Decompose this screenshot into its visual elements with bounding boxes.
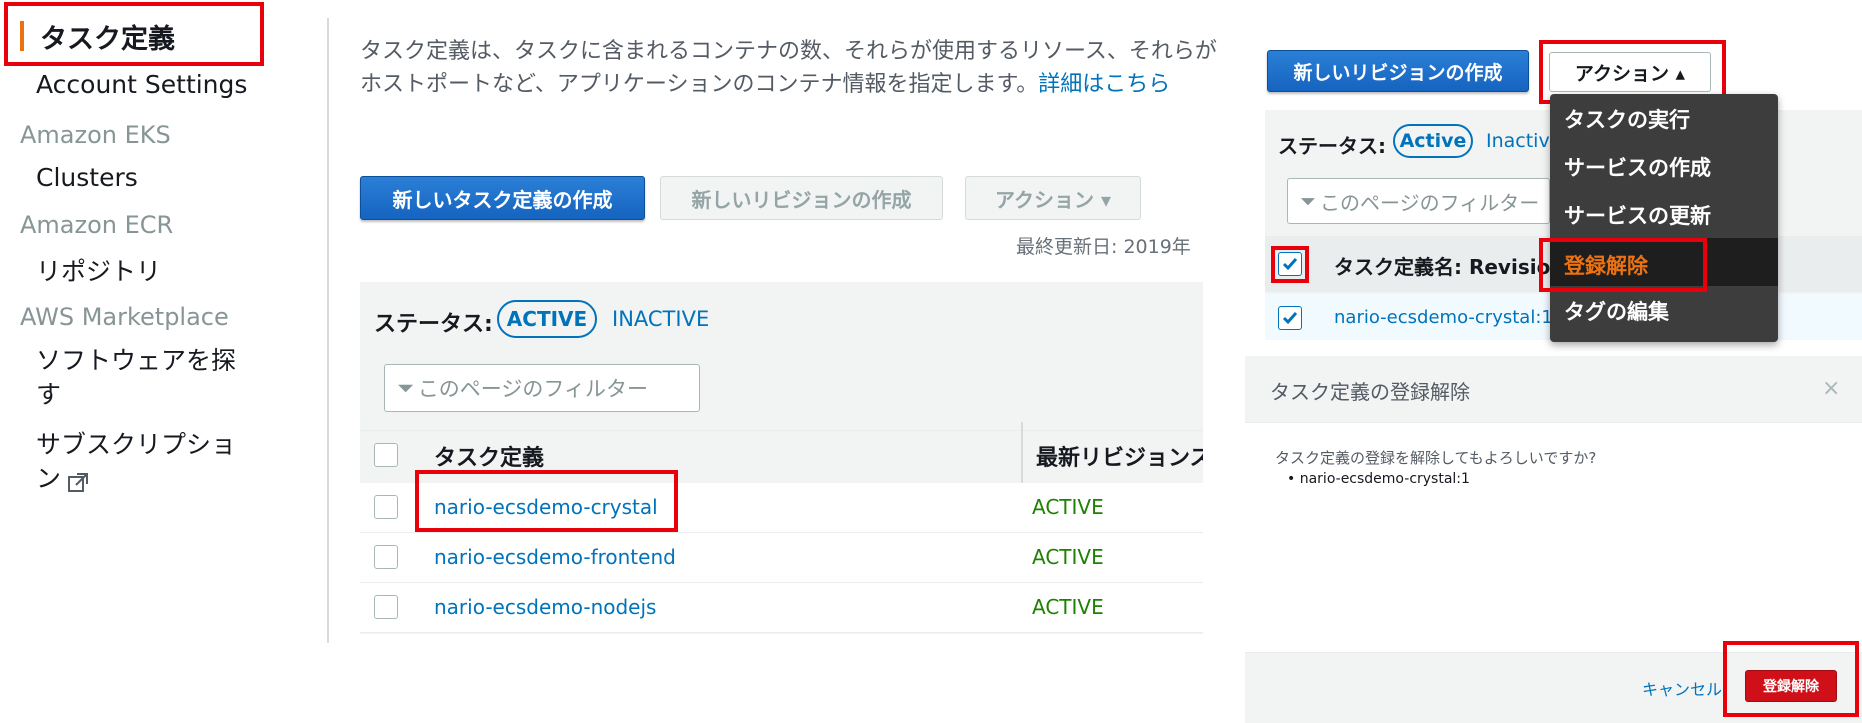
table-row: nario-ecsdemo-nodejs ACTIVE [360, 583, 1203, 633]
active-indicator [20, 21, 24, 51]
sidebar-item-clusters[interactable]: Clusters [36, 163, 138, 192]
table-row: nario-ecsdemo-crystal ACTIVE [360, 483, 1203, 533]
status-text: ACTIVE [1032, 495, 1104, 519]
status-filter-inactive[interactable]: INACTIVE [612, 307, 709, 331]
menu-item-edit-tags[interactable]: タグの編集 [1564, 296, 1669, 326]
sidebar-item-label: す [36, 380, 62, 409]
actions-dropdown-button[interactable]: アクション ▴ [1549, 52, 1711, 92]
filter-placeholder: このページのフィルター [417, 377, 648, 401]
checkmark-icon [1282, 258, 1298, 271]
sidebar-section-eks: Amazon EKS [20, 121, 171, 149]
menu-item-deregister[interactable]: 登録解除 [1564, 250, 1648, 280]
sidebar-item-label: サブスクリプショ [36, 430, 237, 459]
menu-item-run-task[interactable]: タスクの実行 [1564, 104, 1690, 134]
sidebar-item-subscriptions[interactable]: サブスクリプショ ン [36, 428, 236, 496]
sidebar-divider [327, 18, 329, 643]
modal-item: • nario-ecsdemo-crystal:1 [1287, 471, 1470, 487]
column-divider [1021, 422, 1023, 484]
right-status-label: ステータス: [1278, 134, 1386, 158]
menu-item-update-service[interactable]: サービスの更新 [1564, 200, 1711, 230]
create-task-definition-button[interactable]: 新しいタスク定義の作成 [360, 176, 645, 220]
close-icon[interactable]: × [1822, 376, 1840, 401]
row-checkbox[interactable] [374, 595, 398, 619]
description-line: タスク定義は、タスクに含まれるコンテナの数、それらが使用するリソース、それらが [360, 39, 1217, 64]
column-header-task-definition[interactable]: タスク定義 [434, 440, 544, 472]
right-select-all-checkbox[interactable] [1278, 252, 1302, 276]
description-line: ホストポートなど、アプリケーションのコンテナ情報を指定します。 [360, 72, 1039, 97]
right-task-definition-link[interactable]: nario-ecsdemo-crystal:1 [1334, 307, 1553, 328]
create-revision-button-right[interactable]: 新しいリビジョンの作成 [1267, 50, 1529, 92]
deregister-confirm-button[interactable]: 登録解除 [1745, 670, 1837, 702]
table-row: nario-ecsdemo-frontend ACTIVE [360, 533, 1203, 583]
task-definition-link[interactable]: nario-ecsdemo-nodejs [434, 595, 656, 619]
sidebar-item-discover-software[interactable]: ソフトウェアを探 す [36, 344, 236, 412]
sidebar-section-marketplace: AWS Marketplace [20, 303, 229, 331]
right-filter-input[interactable]: ⏷ このページのフィルター [1287, 178, 1550, 224]
filter-icon: ⏷ [397, 375, 414, 400]
row-checkbox[interactable] [374, 495, 398, 519]
external-link-icon [67, 469, 89, 492]
modal-title: タスク定義の登録解除 [1270, 380, 1470, 404]
create-revision-button[interactable]: 新しいリビジョンの作成 [660, 176, 943, 220]
status-text: ACTIVE [1032, 545, 1104, 569]
checkmark-icon [1282, 312, 1298, 325]
page-description: タスク定義は、タスクに含まれるコンテナの数、それらが使用するリソース、それらが … [360, 35, 1217, 101]
modal-item-name: nario-ecsdemo-crystal:1 [1299, 471, 1470, 487]
task-definition-link[interactable]: nario-ecsdemo-frontend [434, 545, 676, 569]
status-filter-active[interactable]: ACTIVE [497, 300, 597, 338]
column-header-latest-revision[interactable]: 最新リビジョンス [1036, 440, 1203, 472]
modal-question: タスク定義の登録を解除してもよろしいですか? [1275, 449, 1597, 467]
filter-placeholder: このページのフィルター [1320, 190, 1540, 215]
sidebar-item-repositories[interactable]: リポジトリ [36, 252, 161, 288]
cancel-button[interactable]: キャンセル [1642, 676, 1722, 700]
filter-input[interactable]: ⏷ このページのフィルター [384, 364, 700, 412]
sidebar-item-account-settings[interactable]: Account Settings [36, 70, 247, 99]
learn-more-link[interactable]: 詳細はこちら [1038, 72, 1170, 97]
menu-item-create-service[interactable]: サービスの作成 [1564, 152, 1711, 182]
status-label: ステータス: [374, 312, 493, 337]
right-row-checkbox[interactable] [1278, 306, 1302, 330]
status-text: ACTIVE [1032, 595, 1104, 619]
actions-button[interactable]: アクション ▾ [965, 176, 1141, 220]
last-updated-text: 最終更新日: 2019年 [1016, 236, 1191, 258]
right-status-filter-active[interactable]: Active [1393, 124, 1473, 158]
task-definition-link[interactable]: nario-ecsdemo-crystal [434, 495, 658, 519]
filter-icon: ⏷ [1300, 189, 1316, 213]
actions-dropdown-menu: タスクの実行 サービスの作成 サービスの更新 登録解除 タグの編集 [1550, 94, 1778, 342]
select-all-checkbox[interactable] [374, 443, 398, 467]
sidebar-item-label: ソフトウェアを探 [36, 346, 237, 375]
sidebar-item-label: ン [36, 464, 62, 493]
row-checkbox[interactable] [374, 545, 398, 569]
right-column-header[interactable]: タスク定義名: Revision [1334, 251, 1550, 280]
sidebar-item-task-definitions[interactable]: タスク定義 [40, 17, 175, 56]
sidebar-section-ecr: Amazon ECR [20, 211, 174, 239]
